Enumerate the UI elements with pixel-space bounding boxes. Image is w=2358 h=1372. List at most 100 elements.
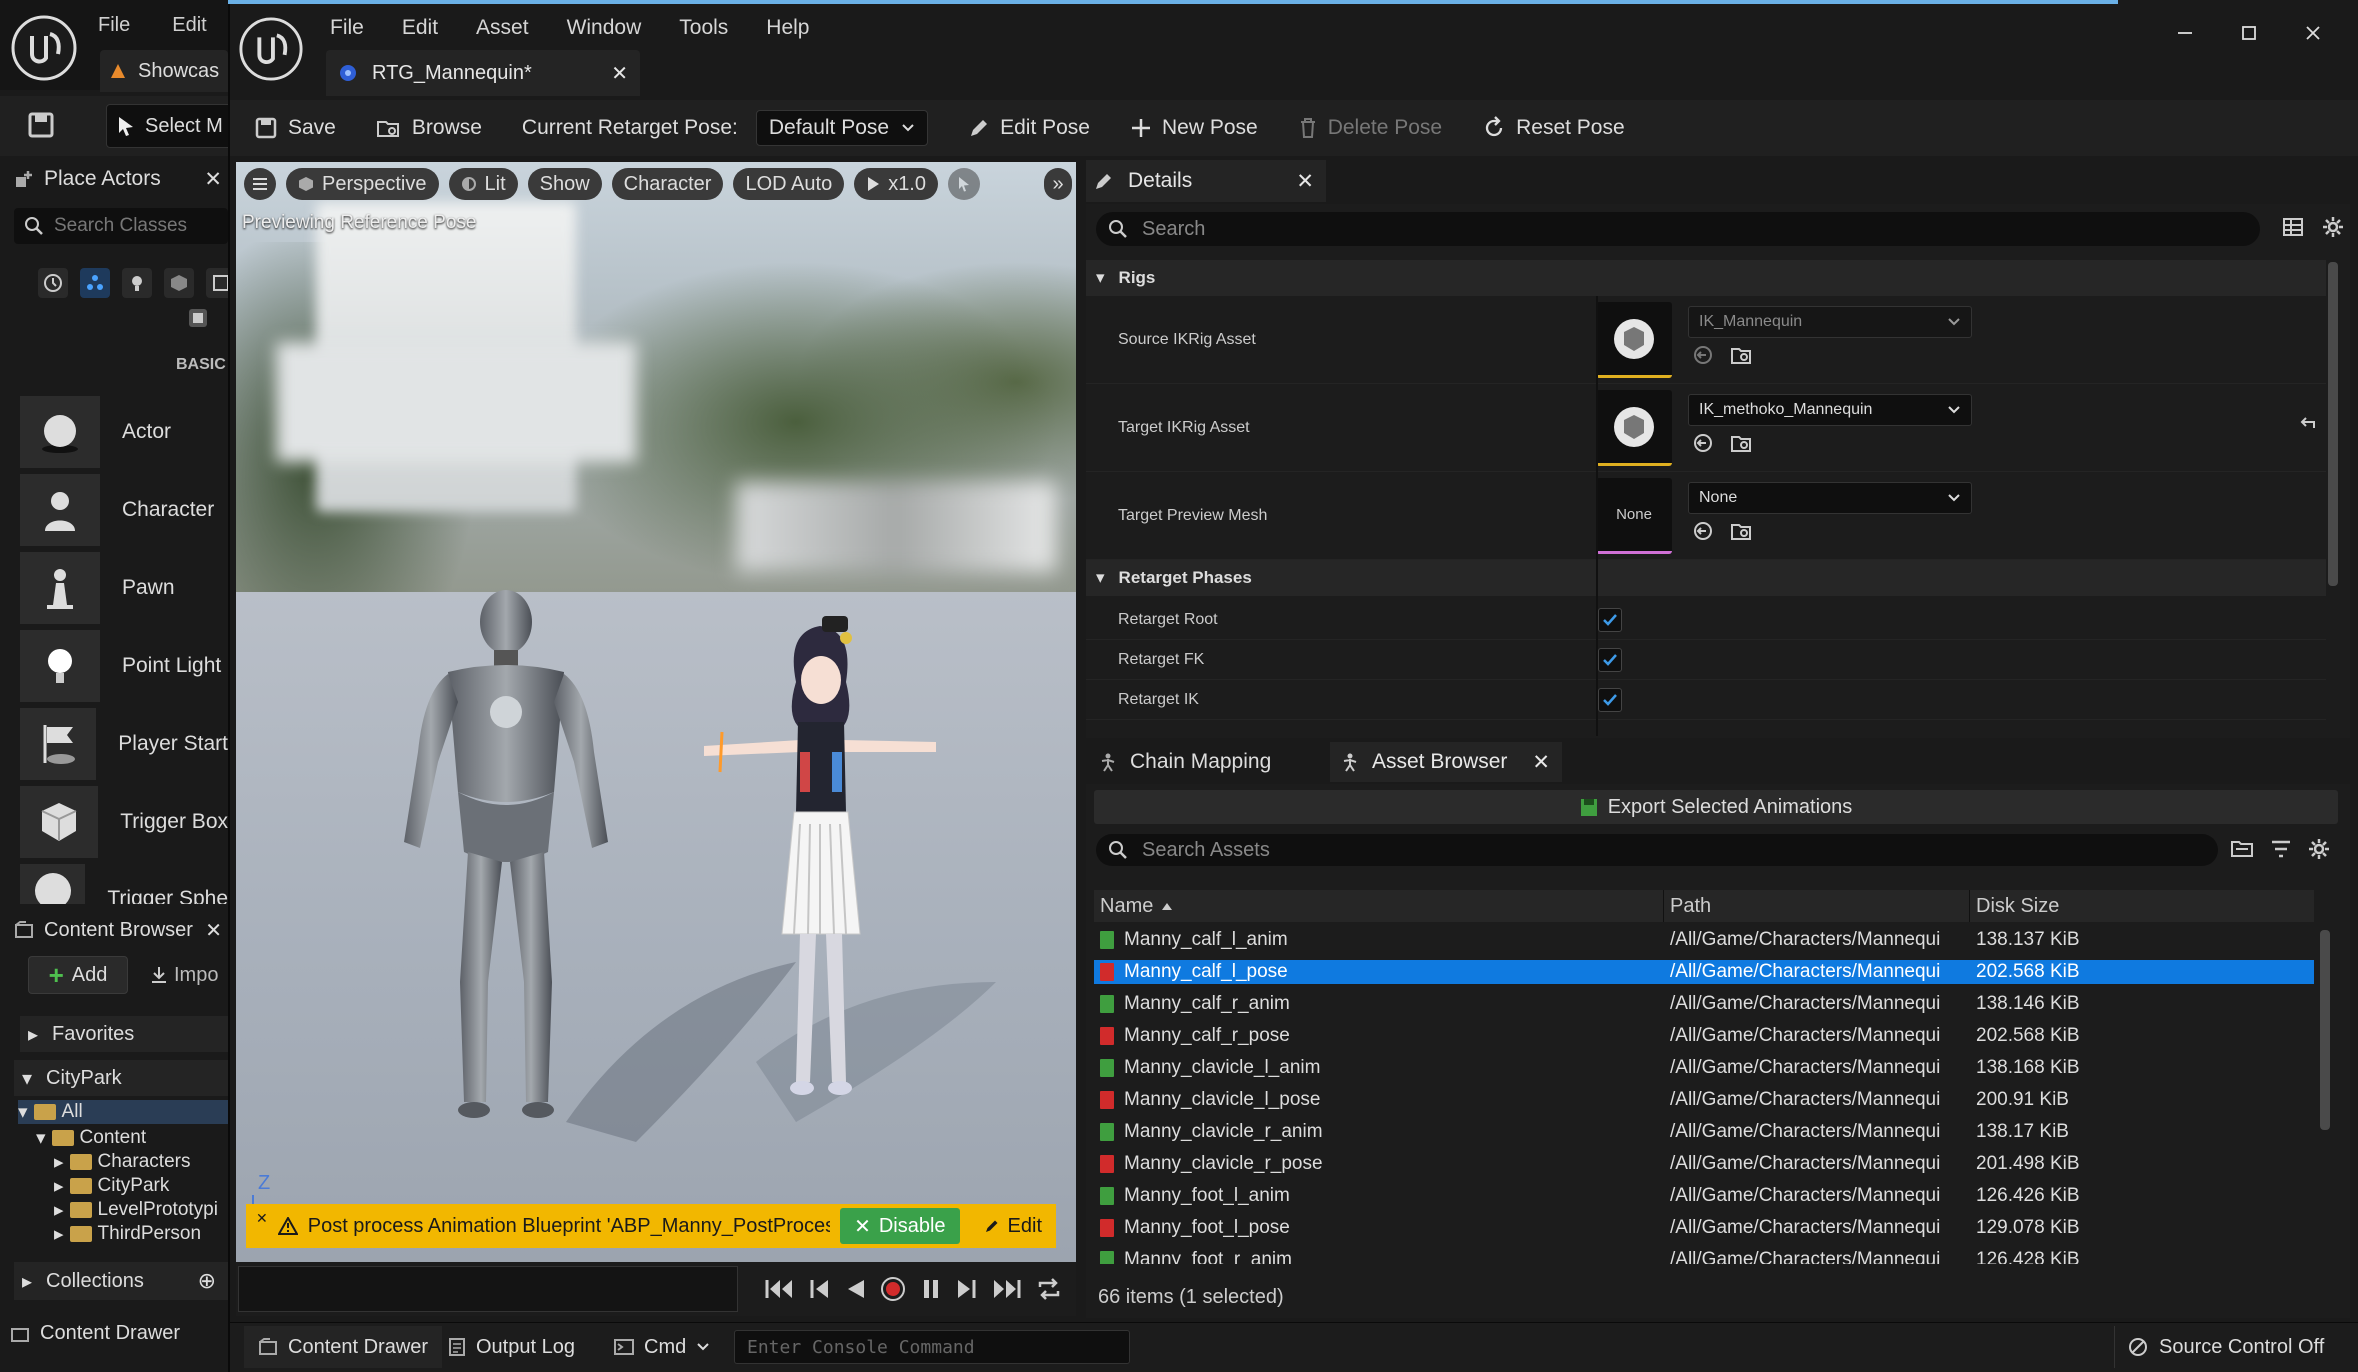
close-icon[interactable]: ✕ <box>204 167 222 192</box>
basic-category-icon[interactable] <box>80 268 110 298</box>
asset-row[interactable]: Manny_foot_l_anim/All/Game/Characters/Ma… <box>1094 1184 2314 1208</box>
shapes-category-icon[interactable] <box>164 268 194 298</box>
reset-to-default-icon[interactable] <box>2298 414 2318 432</box>
maximize-icon[interactable] <box>2240 24 2258 42</box>
tree-item-characters[interactable]: ▸ Characters <box>54 1150 228 1174</box>
source-ikrig-dropdown[interactable]: IK_Mannequin <box>1688 306 1972 338</box>
retarget-root-checkbox[interactable] <box>1598 608 1622 632</box>
import-button[interactable]: Impo <box>150 956 230 994</box>
timeline-area[interactable] <box>238 1266 738 1312</box>
favorites-section[interactable]: ▸ Favorites <box>20 1016 228 1052</box>
showcase-tab[interactable]: Showcas <box>100 50 228 92</box>
actor-item-trigger-box[interactable]: Trigger Box <box>20 786 228 858</box>
target-character[interactable] <box>696 612 936 1132</box>
project-section[interactable]: ▾ CityPark <box>14 1060 228 1096</box>
close-icon[interactable]: ✕ <box>1296 169 1314 194</box>
tree-item-levelprototyping[interactable]: ▸ LevelPrototypi <box>54 1198 228 1222</box>
add-collection-icon[interactable]: ⊕ <box>198 1268 216 1294</box>
asset-row[interactable]: Manny_clavicle_r_anim/All/Game/Character… <box>1094 1120 2314 1144</box>
retarget-ik-checkbox[interactable] <box>1598 688 1622 712</box>
menu-help[interactable]: Help <box>766 16 809 40</box>
target-ikrig-thumbnail[interactable] <box>1596 390 1672 466</box>
details-search-input[interactable]: Search <box>1096 212 2260 246</box>
character-button[interactable]: Character <box>611 168 724 200</box>
asset-row[interactable]: Manny_foot_r_anim/All/Game/Characters/Ma… <box>1094 1248 2314 1264</box>
tree-item-all[interactable]: ▾ All <box>18 1100 228 1124</box>
output-log-button[interactable]: Output Log <box>448 1326 575 1368</box>
actor-item-pawn[interactable]: Pawn <box>20 552 228 624</box>
gear-icon[interactable] <box>2308 838 2330 860</box>
retarget-fk-checkbox[interactable] <box>1598 648 1622 672</box>
loop-icon[interactable] <box>1036 1277 1062 1301</box>
details-tab[interactable]: Details ✕ <box>1086 160 1326 202</box>
edit-button[interactable]: Edit <box>970 1208 1056 1244</box>
place-actors-tab[interactable]: Place Actors ✕ <box>8 158 228 200</box>
browse-asset-icon[interactable] <box>1730 520 1752 542</box>
unreal-logo-icon[interactable] <box>238 16 304 82</box>
tree-item-content[interactable]: ▾ Content <box>36 1126 228 1150</box>
folder-view-icon[interactable] <box>2230 839 2254 859</box>
asset-row[interactable]: Manny_clavicle_l_anim/All/Game/Character… <box>1094 1056 2314 1080</box>
skip-to-end-icon[interactable] <box>992 1277 1022 1301</box>
menu-tools[interactable]: Tools <box>679 16 728 40</box>
lit-button[interactable]: Lit <box>448 168 518 200</box>
skip-to-start-icon[interactable] <box>764 1277 794 1301</box>
tree-item-thirdperson[interactable]: ▸ ThirdPerson <box>54 1222 228 1246</box>
select-mode-button[interactable]: Select M <box>106 104 236 148</box>
volumes-category-icon[interactable] <box>186 306 210 330</box>
column-header-disk-size[interactable]: Disk Size <box>1970 890 2314 922</box>
record-icon[interactable] <box>880 1276 906 1302</box>
target-mesh-dropdown[interactable]: None <box>1688 482 1972 514</box>
lights-category-icon[interactable] <box>122 268 152 298</box>
search-classes-input[interactable]: Search Classes <box>14 208 228 244</box>
menu-edit[interactable]: Edit <box>402 16 438 40</box>
use-selected-icon[interactable] <box>1692 432 1714 454</box>
asset-row[interactable]: Manny_calf_l_anim/All/Game/Characters/Ma… <box>1094 928 2314 952</box>
details-scrollbar[interactable] <box>2328 262 2338 586</box>
menu-edit[interactable]: Edit <box>172 14 206 37</box>
playback-speed-button[interactable]: x1.0 <box>854 168 938 200</box>
show-button[interactable]: Show <box>527 168 602 200</box>
actor-item-player-start[interactable]: Player Start <box>20 708 228 780</box>
current-pose-dropdown[interactable]: Default Pose <box>755 110 929 146</box>
browse-button[interactable]: Browse <box>376 116 482 140</box>
chain-mapping-tab[interactable]: Chain Mapping <box>1086 742 1326 782</box>
close-icon[interactable]: ✕ <box>1532 750 1550 775</box>
details-column-divider[interactable] <box>1596 296 1598 736</box>
asset-row[interactable]: Manny_calf_r_anim/All/Game/Characters/Ma… <box>1094 992 2314 1016</box>
actor-item-point-light[interactable]: Point Light <box>20 630 228 702</box>
browse-asset-icon[interactable] <box>1730 432 1752 454</box>
menu-file[interactable]: File <box>98 14 130 37</box>
selection-mode-button[interactable] <box>948 168 980 200</box>
content-drawer-button[interactable]: Content Drawer <box>10 1322 180 1345</box>
use-selected-icon[interactable] <box>1692 344 1714 366</box>
recent-icon[interactable] <box>38 268 68 298</box>
disable-button[interactable]: ✕ Disable <box>840 1208 960 1244</box>
asset-row[interactable]: Manny_calf_l_pose/All/Game/Characters/Ma… <box>1094 960 2314 984</box>
menu-asset[interactable]: Asset <box>476 16 529 40</box>
pause-icon[interactable] <box>920 1277 942 1301</box>
delete-pose-button[interactable]: Delete Pose <box>1298 116 1442 140</box>
search-assets-input[interactable]: Search Assets <box>1096 834 2218 866</box>
retarget-phases-section-header[interactable]: ▾ Retarget Phases <box>1086 560 2326 596</box>
perspective-button[interactable]: Perspective <box>286 168 439 200</box>
asset-tab[interactable]: RTG_Mannequin* ✕ <box>326 50 640 96</box>
viewport-options-button[interactable] <box>244 168 276 200</box>
console-command-input[interactable]: Enter Console Command <box>734 1330 1130 1364</box>
lod-button[interactable]: LOD Auto <box>733 168 845 200</box>
add-button[interactable]: + Add <box>28 956 128 994</box>
close-icon[interactable]: ✕ <box>205 918 222 943</box>
step-back-icon[interactable] <box>808 1277 830 1301</box>
cmd-dropdown[interactable]: Cmd <box>614 1326 710 1368</box>
target-mesh-thumbnail[interactable]: None <box>1596 478 1672 554</box>
close-window-icon[interactable] <box>2304 24 2322 42</box>
menu-file[interactable]: File <box>330 16 364 40</box>
save-button[interactable]: Save <box>254 116 336 140</box>
column-header-name[interactable]: Name <box>1094 890 1664 922</box>
filter-icon[interactable] <box>2270 839 2292 859</box>
source-ikrig-thumbnail[interactable] <box>1596 302 1672 378</box>
tree-item-citypark[interactable]: ▸ CityPark <box>54 1174 228 1198</box>
column-header-path[interactable]: Path <box>1664 890 1970 922</box>
play-reverse-icon[interactable] <box>844 1277 866 1301</box>
collections-section[interactable]: ▸ Collections ⊕ <box>14 1262 228 1300</box>
